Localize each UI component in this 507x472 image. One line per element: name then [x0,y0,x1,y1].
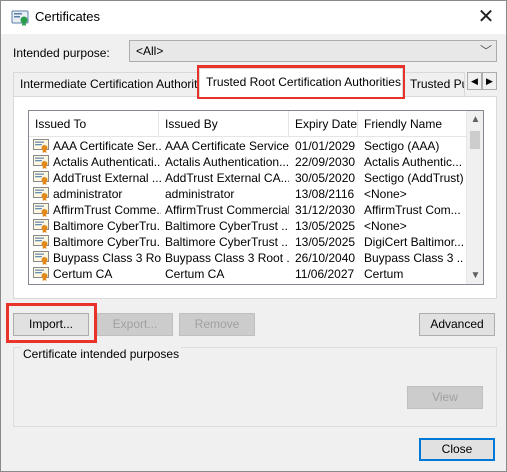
advanced-button[interactable]: Advanced [419,313,495,336]
intended-purpose-dropdown[interactable]: <All> ﹀ [129,40,497,62]
certificate-icon [33,203,49,217]
table-cell: Certum CA [165,267,225,281]
certificate-icon [33,219,49,233]
table-cell: Sectigo (AddTrust) [364,171,464,185]
table-cell: AddTrust External ... [53,171,161,185]
table-cell: Buypass Class 3 ... [364,251,464,265]
table-cell: Actalis Authentic... [364,155,463,169]
table-row[interactable]: Buypass Class 3 Ro... Buypass Class 3 Roo… [29,250,467,266]
table-cell: Baltimore CyberTru... [53,219,161,233]
table-cell: AffirmTrust Com... [364,203,461,217]
tab-intermediate-ca[interactable]: Intermediate Certification Authorities [13,72,199,96]
table-cell: AffirmTrust Commercial [165,203,289,217]
table-row[interactable]: Certum CA Certum CA 11/06/2027 Certum [29,266,467,282]
table-cell: Buypass Class 3 Root ... [165,251,289,265]
table-row[interactable]: administrator administrator 13/08/2116 <Non… [29,186,467,202]
certificate-icon [33,139,49,153]
list-header: Issued To Issued By Expiry Date Friendly… [29,111,467,137]
table-row[interactable]: AffirmTrust Comme... AffirmTrust Commerci… [29,202,467,218]
certificate-icon [33,171,49,185]
table-row[interactable]: AddTrust External ... AddTrust External C… [29,170,467,186]
table-cell: Baltimore CyberTrust ... [165,235,289,249]
tab-label: Trusted Publ [410,77,464,91]
tab-scroll-left-button[interactable]: ◀ [467,72,482,90]
table-cell: Baltimore CyberTru... [53,235,161,249]
table-cell: AffirmTrust Comme... [53,203,161,217]
tab-label: Intermediate Certification Authorities [20,77,199,91]
table-cell: Buypass Class 3 Ro... [53,251,161,265]
intended-purpose-label: Intended purpose: [13,46,110,60]
table-cell: 11/06/2027 [295,267,355,281]
table-cell: 13/05/2025 [295,235,356,249]
view-button[interactable]: View [407,386,483,409]
column-header-issued-by[interactable]: Issued By [159,111,289,137]
table-cell: 01/01/2029 [295,139,356,153]
tab-trusted-publishers[interactable]: Trusted Publ [403,72,465,96]
table-cell: 13/08/2116 [295,187,355,201]
export-button[interactable]: Export... [97,313,173,336]
table-cell: AddTrust External CA... [165,171,289,185]
certificate-icon [33,267,49,281]
intended-purpose-value: <All> [136,44,164,58]
table-cell: 31/12/2030 [295,203,356,217]
tab-panel: Issued To Issued By Expiry Date Friendly… [13,96,497,299]
table-row[interactable]: AAA Certificate Ser... AAA Certificate Se… [29,138,467,154]
table-cell: 26/10/2040 [295,251,356,265]
table-cell: 30/05/2020 [295,171,356,185]
intended-purposes-label: Certificate intended purposes [21,347,182,361]
certificate-icon [33,235,49,249]
table-row[interactable]: Actalis Authenticati... Actalis Authentic… [29,154,467,170]
table-row[interactable]: Baltimore CyberTru... Baltimore CyberTrus… [29,234,467,250]
table-cell: 13/05/2025 [295,219,356,233]
column-header-friendly-name[interactable]: Friendly Name [358,111,467,137]
remove-button[interactable]: Remove [179,313,255,336]
scrollbar-thumb[interactable] [470,131,480,149]
certificate-list[interactable]: Issued To Issued By Expiry Date Friendly… [28,110,484,285]
tab-strip: Intermediate Certification Authorities T… [13,68,497,97]
table-cell: <None> [364,187,407,201]
table-cell: Actalis Authentication... [165,155,289,169]
table-cell: administrator [53,187,123,201]
tab-label: Trusted Root Certification Authorities [206,75,401,89]
close-icon[interactable]: ✕ [466,1,506,34]
certificate-icon [33,251,49,265]
window-title: Certificates [35,9,101,24]
vertical-scrollbar[interactable]: ▲ ▼ [466,111,483,284]
tab-trusted-root-ca[interactable]: Trusted Root Certification Authorities [199,68,403,97]
tab-scroll-right-button[interactable]: ▶ [482,72,497,90]
tab-scroll-buttons: ◀ ▶ [467,72,497,90]
column-header-issued-to[interactable]: Issued To [29,111,159,137]
scroll-down-icon[interactable]: ▼ [467,267,483,284]
close-button[interactable]: Close [419,438,495,461]
certificate-app-icon [11,10,29,26]
table-cell: Sectigo (AAA) [364,139,440,153]
table-cell: <None> [364,219,407,233]
highlight-box-import [6,303,97,343]
certificate-icon [33,187,49,201]
table-cell: AAA Certificate Ser... [53,139,161,153]
table-cell: 22/09/2030 [295,155,356,169]
table-row[interactable]: Baltimore CyberTru... Baltimore CyberTrus… [29,218,467,234]
table-cell: DigiCert Baltimor... [364,235,464,249]
table-cell: Actalis Authenticati... [53,155,161,169]
table-cell: AAA Certificate Services [165,139,289,153]
table-cell: administrator [165,187,235,201]
table-cell: Certum CA [53,267,113,281]
list-rows: AAA Certificate Ser... AAA Certificate Se… [29,138,467,282]
title-bar: Certificates ✕ [1,1,506,34]
column-header-expiry-date[interactable]: Expiry Date [289,111,358,137]
table-cell: Baltimore CyberTrust ... [165,219,289,233]
certificates-dialog: Certificates ✕ Intended purpose: <All> ﹀… [0,0,507,472]
chevron-down-icon: ﹀ [479,44,492,58]
certificate-icon [33,155,49,169]
scroll-up-icon[interactable]: ▲ [467,111,483,128]
table-cell: Certum [364,267,404,281]
